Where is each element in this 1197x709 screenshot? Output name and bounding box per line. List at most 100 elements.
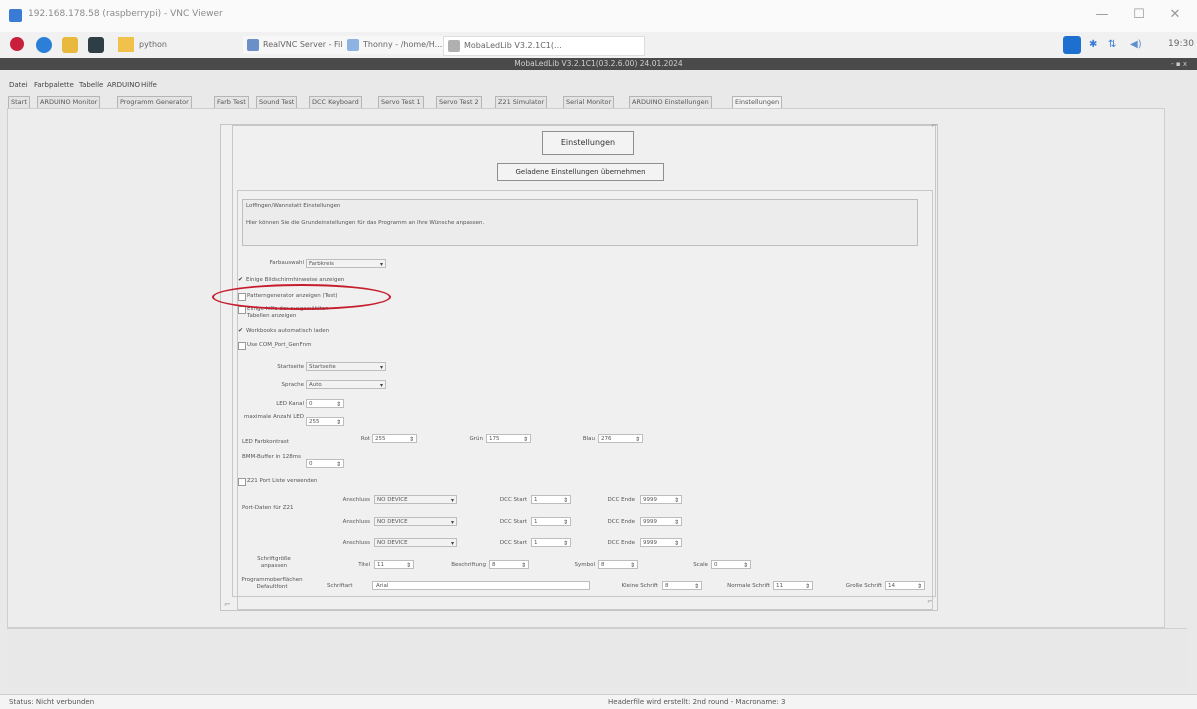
task-mobaledlib[interactable]: MobaLedLib V3.2.1C1(... xyxy=(443,36,645,56)
dcc-start-spinner-2[interactable]: 1 ⇕ xyxy=(531,517,571,526)
tab-servo-test-1[interactable]: Servo Test 1 xyxy=(378,96,424,108)
status-connection: Status: Nicht verbunden xyxy=(9,698,95,706)
chevron-down-icon: ▾ xyxy=(450,519,454,526)
resize-corner-icon[interactable]: ⌐ xyxy=(224,600,231,609)
spinner-arrows-icon: ⇕ xyxy=(634,436,640,443)
terminal-icon[interactable] xyxy=(88,37,104,53)
tab-farb-test[interactable]: Farb Test xyxy=(214,96,249,108)
minimize-button[interactable]: — xyxy=(1093,7,1111,22)
status-message: Headerfile wird erstellt: 2nd round - Ma… xyxy=(608,698,786,706)
annotation-ellipse xyxy=(212,284,391,310)
menu-arduino[interactable]: ARDUINO xyxy=(107,81,140,89)
anschluss-select-1[interactable]: NO DEVICE ▾ xyxy=(374,495,457,504)
menu-farbpalette[interactable]: Farbpalette xyxy=(34,81,74,89)
settings-title-button[interactable]: Einstellungen xyxy=(542,131,634,155)
folder-icon[interactable] xyxy=(118,37,134,52)
resize-corner-icon[interactable]: ⌐ xyxy=(931,121,938,130)
tab-einstellungen[interactable]: Einstellungen xyxy=(732,96,783,108)
bluetooth-icon[interactable]: ✱ xyxy=(1089,39,1097,50)
menu-tabelle[interactable]: Tabelle xyxy=(79,81,103,89)
dcc-start-spinner-3[interactable]: 1 ⇕ xyxy=(531,538,571,547)
clock: 19:30 xyxy=(1168,39,1194,49)
maximize-button[interactable]: ☐ xyxy=(1130,7,1148,22)
network-icon[interactable]: ⇅ xyxy=(1108,39,1116,50)
symbol-label: Symbol xyxy=(574,562,596,568)
anschluss-select-2[interactable]: NO DEVICE ▾ xyxy=(374,517,457,526)
symbol-spinner[interactable]: 8 ⇕ xyxy=(598,560,638,569)
spinner-arrows-icon: ⇕ xyxy=(673,497,679,504)
mobaledlib-icon xyxy=(448,40,460,52)
dcc-start-label-2: DCC Start xyxy=(499,519,527,525)
grosse-schrift-label: Große Schrift xyxy=(845,583,882,589)
kleine-schrift-spinner[interactable]: 8 ⇕ xyxy=(662,581,702,590)
spinner-arrows-icon: ⇕ xyxy=(520,562,526,569)
buffer-spinner[interactable]: 0 ⇕ xyxy=(306,459,344,468)
tab-start[interactable]: Start xyxy=(8,96,30,108)
led-kanal-spinner[interactable]: 0 ⇕ xyxy=(306,399,344,408)
checkbox-com-port[interactable] xyxy=(238,342,246,350)
dcc-ende-spinner-1[interactable]: 9999 ⇕ xyxy=(640,495,682,504)
vnc-tray-icon[interactable] xyxy=(1063,36,1081,54)
app-title: MobaLedLib V3.2.1C1(03.2.6.00) 24.01.202… xyxy=(514,59,683,68)
rot-spinner[interactable]: 255 ⇕ xyxy=(372,434,417,443)
anschluss-value: NO DEVICE xyxy=(377,519,408,525)
tab-programm-generator[interactable]: Programm Generator xyxy=(117,96,192,108)
realvnc-icon xyxy=(247,39,259,51)
tab-dcc-keyboard[interactable]: DCC Keyboard xyxy=(309,96,362,108)
beschriftung-spinner[interactable]: 8 ⇕ xyxy=(489,560,529,569)
dcc-ende-value: 9999 xyxy=(643,497,657,503)
tab-arduino-monitor[interactable]: ARDUINO Monitor xyxy=(37,96,101,108)
checkbox-z21-port-liste[interactable] xyxy=(238,478,246,486)
dcc-ende-spinner-3[interactable]: 9999 ⇕ xyxy=(640,538,682,547)
spinner-arrows-icon: ⇕ xyxy=(629,562,635,569)
grosse-schrift-spinner[interactable]: 14 ⇕ xyxy=(885,581,925,590)
checkbox-workbooks[interactable]: Workbooks automatisch laden xyxy=(246,328,329,334)
raspberry-menu-icon[interactable] xyxy=(10,37,24,51)
titel-label: Titel xyxy=(358,562,370,568)
browser-icon[interactable] xyxy=(36,37,52,53)
tab-servo-test-2[interactable]: Servo Test 2 xyxy=(436,96,482,108)
normale-schrift-label: Normale Schrift xyxy=(727,583,770,589)
file-manager-icon[interactable] xyxy=(62,37,78,53)
startseite-select[interactable]: Startseite ▾ xyxy=(306,362,386,371)
scale-spinner[interactable]: 0 ⇕ xyxy=(711,560,751,569)
chevron-down-icon: ▾ xyxy=(379,261,383,268)
sprache-value: Auto xyxy=(309,382,322,388)
checkbox-z21-port-liste-label: Z21 Port Liste verwenden xyxy=(247,478,318,484)
port-daten-label: Port-Daten für Z21 xyxy=(242,505,294,511)
transfer-settings-button[interactable]: Geladene Einstellungen übernehmen xyxy=(497,163,664,181)
checkbox-bildschirmhinweise[interactable]: Einige Bildschirmhinweise anzeigen xyxy=(246,277,344,283)
close-button[interactable]: ✕ xyxy=(1166,7,1184,22)
schrift-label: Schriftgröße anpassen xyxy=(257,556,291,569)
spinner-arrows-icon: ⇕ xyxy=(562,497,568,504)
app-window-controls[interactable]: - ▪ x xyxy=(1171,58,1187,70)
normale-schrift-spinner[interactable]: 11 ⇕ xyxy=(773,581,813,590)
tab-serial-monitor[interactable]: Serial Monitor xyxy=(563,96,615,108)
titel-value: 11 xyxy=(377,562,384,568)
spinner-arrows-icon: ⇕ xyxy=(335,401,341,408)
schriftart-label: Schriftart xyxy=(327,583,353,589)
sprache-select[interactable]: Auto ▾ xyxy=(306,380,386,389)
tab-arduino-einstellungen[interactable]: ARDUINO Einstellungen xyxy=(629,96,712,108)
tab-z21-simulator[interactable]: Z21 Simulator xyxy=(495,96,548,108)
dcc-ende-spinner-2[interactable]: 9999 ⇕ xyxy=(640,517,682,526)
max-led-spinner[interactable]: 255 ⇕ xyxy=(306,417,344,426)
tab-sound-test[interactable]: Sound Test xyxy=(256,96,298,108)
checkbox-tabellen-hilfe[interactable] xyxy=(238,306,246,314)
menu-hilfe[interactable]: Hilfe xyxy=(141,81,157,89)
folder-label[interactable]: python xyxy=(139,40,167,49)
gruen-spinner[interactable]: 175 ⇕ xyxy=(486,434,531,443)
dcc-start-spinner-1[interactable]: 1 ⇕ xyxy=(531,495,571,504)
blau-spinner[interactable]: 276 ⇕ xyxy=(598,434,643,443)
volume-icon[interactable]: ◀) xyxy=(1130,39,1142,50)
app-title-bar: MobaLedLib V3.2.1C1(03.2.6.00) 24.01.202… xyxy=(0,58,1197,70)
schriftart-input[interactable]: Arial xyxy=(372,581,590,590)
menu-datei[interactable]: Datei xyxy=(9,81,28,89)
gruen-label: Grün xyxy=(469,436,484,442)
normale-schrift-value: 11 xyxy=(776,583,783,589)
anschluss-select-3[interactable]: NO DEVICE ▾ xyxy=(374,538,457,547)
gruen-value: 175 xyxy=(489,436,500,442)
spinner-arrows-icon: ⇕ xyxy=(693,583,699,590)
farbauswahl-select[interactable]: Farbkreis ▾ xyxy=(306,259,386,268)
titel-spinner[interactable]: 11 ⇕ xyxy=(374,560,414,569)
